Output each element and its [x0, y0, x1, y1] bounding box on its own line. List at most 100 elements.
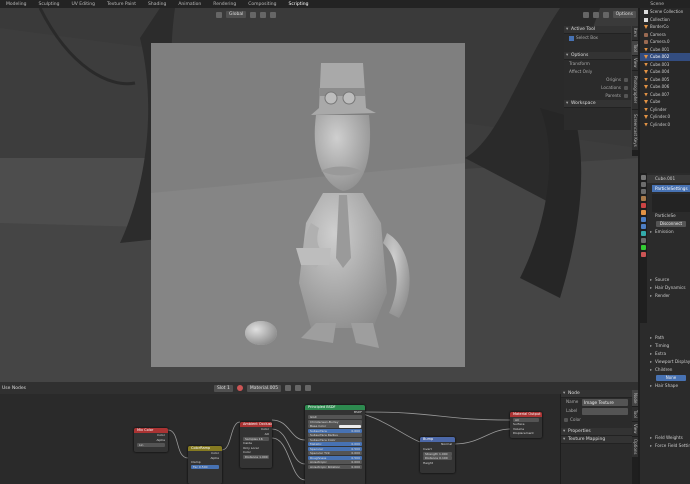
timing-panel[interactable]: Timing [640, 342, 690, 350]
data-tab-icon[interactable] [641, 245, 646, 250]
outliner-row[interactable]: Cube [640, 98, 690, 106]
select-box-tool[interactable]: Select Box [564, 34, 631, 42]
bump-node[interactable]: Bump Normal Invert Strength 1.000 Distan… [420, 437, 455, 473]
modifier-tab-icon[interactable] [641, 217, 646, 222]
outliner-row[interactable]: BorderCo [640, 23, 690, 31]
shading-solid-icon[interactable] [592, 11, 599, 18]
subsurface-color-field[interactable]: Subsurface Color [308, 437, 362, 442]
workspace-tab[interactable]: Texture Paint [101, 2, 142, 7]
tab-item[interactable]: Item [632, 26, 638, 40]
properties-section[interactable]: Properties [561, 428, 632, 436]
outliner-row-selected[interactable]: Cube.002 [640, 53, 690, 61]
specular-field[interactable]: Specular 0.500 [308, 446, 362, 451]
target-dropdown[interactable]: All [513, 417, 539, 422]
anisotropic-field[interactable]: Anisotropic 0.000 [308, 460, 362, 464]
workspace-tab[interactable]: Modeling [0, 2, 32, 7]
distribution-dropdown[interactable]: GGX [308, 415, 362, 419]
particle-settings-name[interactable]: ParticleSe [640, 212, 690, 220]
tab-view[interactable]: View [632, 422, 638, 436]
active-tool-section[interactable]: Active Tool [564, 26, 631, 34]
mix-color-node[interactable]: Mix Color Color Alpha Lin [134, 428, 168, 452]
node-section[interactable]: Node [561, 390, 632, 398]
subsurface-method-dropdown[interactable]: Christensen-Burley [308, 419, 362, 424]
strength-field[interactable]: Strength 1.000 [423, 451, 452, 456]
workspace-tab[interactable]: Shading [142, 2, 172, 7]
scene-tab-icon[interactable] [641, 196, 646, 201]
tab-screencast-keys[interactable]: Screencast Keys [632, 110, 638, 150]
tab-photographer[interactable]: Photographer [632, 71, 638, 109]
render-panel[interactable]: Render [640, 292, 690, 300]
subsurface-radius-field[interactable]: Subsurface Radius [308, 433, 362, 437]
children-none-button[interactable]: None [656, 375, 686, 381]
outliner-row[interactable]: Cube.003 [640, 61, 690, 69]
color-ramp-node[interactable]: ColorRamp Color Alpha Clamp Fac 0.500 [188, 446, 222, 484]
node-label-field[interactable] [582, 408, 628, 415]
metallic-field[interactable]: Metallic 0.000 [308, 442, 362, 446]
field-weights-panel[interactable]: Field Weights [640, 434, 690, 442]
transform-orientation-icon[interactable] [216, 11, 222, 18]
viewport-display-panel[interactable]: Viewport Display [640, 358, 690, 366]
samples-field[interactable]: Samples 16 [243, 436, 269, 441]
distance-field[interactable]: Distance 1.000 [243, 455, 269, 459]
3d-viewport[interactable]: Global Options Active Tool Select Box Op… [0, 8, 638, 390]
output-tab-icon[interactable] [641, 189, 646, 194]
snap-icon[interactable] [260, 11, 267, 18]
workspace-tab[interactable]: Rendering [207, 2, 242, 7]
options-section[interactable]: Options [564, 52, 631, 60]
constraints-tab-icon[interactable] [641, 238, 646, 243]
ambient-occlusion-node[interactable]: Ambient Occlusion Color AO Samples 16 In… [240, 422, 272, 468]
physics-tab-icon[interactable] [641, 231, 646, 236]
node-editor-canvas[interactable]: Mix Color Color Alpha Lin ColorRamp Colo… [0, 394, 560, 484]
workspace-tab[interactable]: Compositing [242, 2, 282, 7]
material-name-field[interactable]: Material.005 [246, 384, 282, 392]
node-name-field[interactable]: Image Texture [582, 399, 628, 406]
bump-distance-field[interactable]: Distance 0.100 [423, 456, 452, 460]
mode-dropdown[interactable]: Lin [137, 442, 165, 447]
tab-options[interactable]: Options [632, 437, 638, 457]
outliner-row[interactable]: Camera.0 [640, 38, 690, 46]
emission-panel[interactable]: Emission [640, 228, 690, 236]
anisotropic-rotation-field[interactable]: Anisotropic Rotation 0.000 [308, 464, 362, 469]
world-tab-icon[interactable] [641, 203, 646, 208]
source-panel[interactable]: Source [640, 276, 690, 284]
pivot-icon[interactable] [250, 11, 257, 18]
color-subpanel[interactable]: Color [561, 416, 632, 424]
locations-checkbox[interactable] [624, 86, 628, 90]
particle-settings-tab[interactable]: ParticleSettings [652, 185, 690, 192]
outliner-row[interactable]: Cube.006 [640, 83, 690, 91]
options-button[interactable]: Options [612, 11, 636, 18]
outliner-row[interactable]: Cube.007 [640, 91, 690, 99]
subsurface-field[interactable]: Subsurface 0.000 [308, 428, 362, 433]
object-tab-icon[interactable] [641, 210, 646, 215]
hair-shape-panel[interactable]: Hair Shape [640, 382, 690, 390]
tab-view[interactable]: View [632, 56, 638, 70]
unlink-icon[interactable] [305, 385, 312, 391]
render-tab-icon[interactable] [641, 182, 646, 187]
origins-option[interactable]: Origins [564, 76, 631, 84]
workspace-tab-active[interactable]: Scripting [282, 2, 314, 7]
origins-checkbox[interactable] [624, 78, 628, 82]
orientation-dropdown[interactable]: Global [226, 11, 247, 18]
slot-dropdown[interactable]: Slot 1 [213, 384, 233, 392]
outliner-row[interactable]: Collection [640, 16, 690, 24]
transform-subsection[interactable]: Transform [564, 60, 631, 68]
force-field-panel[interactable]: Force Field Settings [640, 442, 690, 450]
disconnect-button[interactable]: Disconnect [656, 221, 686, 227]
proportional-edit-icon[interactable] [270, 11, 277, 18]
tab-tool[interactable]: Tool [632, 407, 638, 421]
outliner-row[interactable]: Cylinder [640, 106, 690, 114]
workspace-section[interactable]: Workspace [564, 100, 631, 108]
outliner-row[interactable]: Cylinder.0 [640, 121, 690, 129]
outliner-row[interactable]: Cylinder.0 [640, 113, 690, 121]
outliner-row[interactable]: Camera [640, 31, 690, 39]
locations-option[interactable]: Locations [564, 84, 631, 92]
roughness-field[interactable]: Roughness 0.500 [308, 455, 362, 460]
use-nodes-label[interactable]: Use Nodes [2, 386, 26, 391]
tab-node[interactable]: Node [632, 390, 638, 406]
material-tab-icon[interactable] [641, 252, 646, 257]
base-color-field[interactable]: Base Color [308, 424, 362, 428]
outliner-row[interactable]: Cube.001 [640, 46, 690, 54]
outliner-row[interactable]: Scene Collection [640, 8, 690, 16]
overlay-icon[interactable] [582, 11, 589, 18]
principled-bsdf-node[interactable]: Principled BSDF BSDF GGX Christensen-Bur… [305, 405, 365, 484]
